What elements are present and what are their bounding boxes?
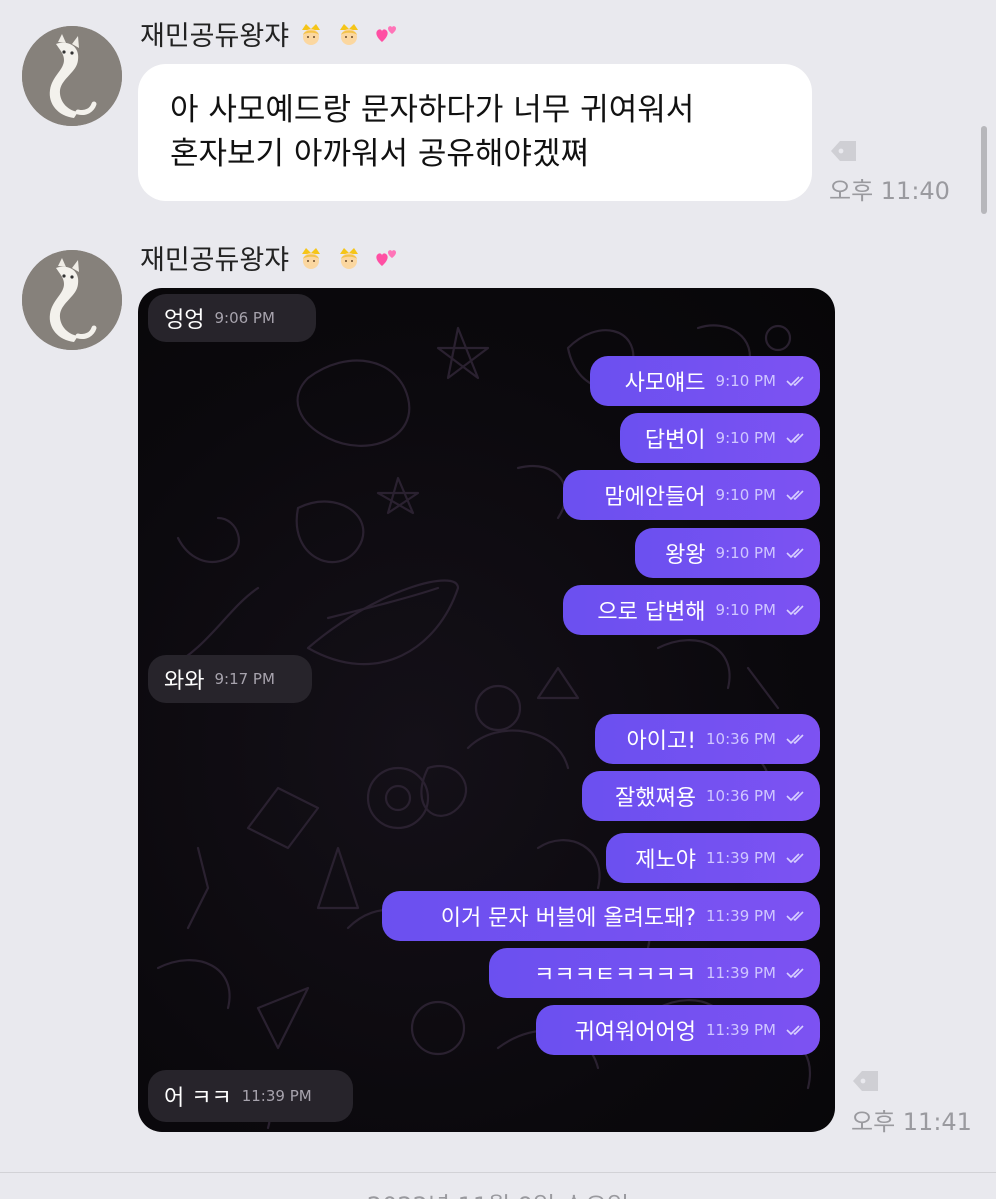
chat-bubble-out: 왕왕 9:10 PM	[635, 528, 820, 578]
chat-bubble-in: 어 ㅋㅋ 11:39 PM	[148, 1070, 353, 1122]
prince-emoji-icon	[302, 23, 321, 45]
cat-photo-icon	[22, 250, 122, 350]
double-check-icon	[786, 548, 804, 559]
tag-icon[interactable]	[851, 1068, 881, 1094]
chat-bubble-time: 11:39 PM	[706, 1021, 776, 1039]
tag-icon[interactable]	[829, 138, 859, 164]
chat-bubble-out: ㅋㅋㅋㅌㅋㅋㅋㅋ 11:39 PM	[489, 948, 820, 998]
chat-bubble-time: 11:39 PM	[706, 907, 776, 925]
chat-bubble-out: 제노야 11:39 PM	[606, 833, 820, 883]
prince-emoji-icon	[340, 247, 359, 269]
double-check-icon	[786, 853, 804, 864]
chat-bubble-in: 와와 9:17 PM	[148, 655, 312, 703]
date-separator: 2022년 11월 9일 수요일	[0, 1186, 996, 1199]
chat-bubble-time: 9:10 PM	[715, 486, 776, 504]
chat-bubble-in: 엉엉 9:06 PM	[148, 294, 316, 342]
message-line-2: 혼자보기 아까워서 공유해야겠쪄	[170, 136, 589, 172]
chat-bubble-time: 11:39 PM	[706, 849, 776, 867]
cat-photo-icon	[22, 26, 122, 126]
two-hearts-icon	[376, 249, 397, 266]
chat-bubble-time: 10:36 PM	[706, 787, 776, 805]
two-hearts-icon	[376, 25, 397, 42]
chat-bubble-time: 9:17 PM	[214, 670, 275, 688]
chat-bubble-text: 아이고!	[626, 729, 697, 754]
message-bubble[interactable]: 아 사모예드랑 문자하다가 너무 귀여워서 혼자보기 아까워서 공유해야겠쪄	[138, 64, 812, 201]
double-check-icon	[786, 791, 804, 802]
chat-bubble-time: 9:10 PM	[715, 429, 776, 447]
avatar[interactable]	[22, 250, 122, 350]
chat-bubble-text: 잘했쪄용	[615, 786, 697, 811]
prince-emoji-icon	[340, 23, 359, 45]
chat-bubble-time: 9:10 PM	[715, 601, 776, 619]
chat-bubble-time: 9:06 PM	[214, 309, 275, 327]
chat-bubble-text: 엉엉	[164, 308, 205, 333]
chat-bubble-text: 맘에안들어	[604, 485, 706, 510]
chat-bubble-out: 잘했쪄용 10:36 PM	[582, 771, 820, 821]
chat-bubble-text: 사모얘드	[624, 371, 706, 396]
message-time: 오후 11:40	[829, 177, 950, 205]
double-check-icon	[786, 490, 804, 501]
prince-emoji-icon	[302, 247, 321, 269]
chat-bubble-time: 9:10 PM	[715, 544, 776, 562]
message-time: 오후 11:41	[851, 1108, 972, 1136]
message-line-1: 아 사모예드랑 문자하다가 너무 귀여워서	[170, 92, 695, 128]
sender-name: 재민공듀왕쟈	[140, 238, 401, 277]
sender-emoji-group	[297, 244, 401, 272]
double-check-icon	[786, 605, 804, 616]
chat-bubble-text: 어 ㅋㅋ	[164, 1086, 232, 1111]
chat-bubble-time: 10:36 PM	[706, 730, 776, 748]
chat-bubble-out: 아이고! 10:36 PM	[595, 714, 820, 764]
chat-bubble-out: 맘에안들어 9:10 PM	[563, 470, 820, 520]
double-check-icon	[786, 968, 804, 979]
sender-name: 재민공듀왕쟈	[140, 14, 401, 53]
chat-bubble-out: 답변이 9:10 PM	[620, 413, 820, 463]
chat-bubble-text: 이거 문자 버블에 올려도돼?	[440, 906, 697, 931]
chat-bubble-text: 귀여워어어엉	[574, 1020, 697, 1045]
sender-emoji-group	[297, 20, 401, 48]
chat-bubble-text: 으로 답변해	[597, 600, 706, 625]
chat-bubble-text: 제노야	[635, 848, 697, 873]
chat-bubble-time: 11:39 PM	[706, 964, 776, 982]
scrollbar[interactable]	[981, 126, 987, 214]
chat-bubble-time: 9:10 PM	[715, 372, 776, 390]
sender-name-text: 재민공듀왕쟈	[140, 245, 290, 276]
chat-bubble-out: 사모얘드 9:10 PM	[590, 356, 820, 406]
chat-bubble-time: 11:39 PM	[241, 1087, 312, 1105]
chat-bubble-out: 귀여워어어엉 11:39 PM	[536, 1005, 820, 1055]
chat-bubble-text: 왕왕	[665, 543, 706, 568]
double-check-icon	[786, 734, 804, 745]
chat-bubble-text: 와와	[164, 669, 205, 694]
chat-bubble-text: ㅋㅋㅋㅌㅋㅋㅋㅋ	[534, 963, 697, 988]
avatar[interactable]	[22, 26, 122, 126]
chat-bubble-out: 으로 답변해 9:10 PM	[563, 585, 820, 635]
double-check-icon	[786, 376, 804, 387]
sender-name-text: 재민공듀왕쟈	[140, 21, 290, 52]
double-check-icon	[786, 911, 804, 922]
shared-chat-screenshot[interactable]: 엉엉 9:06 PM 사모얘드 9:10 PM 답변이 9:10 PM 맘에안들어 9:10 …	[138, 288, 835, 1132]
chat-bubble-out: 이거 문자 버블에 올려도돼? 11:39 PM	[382, 891, 820, 941]
double-check-icon	[786, 433, 804, 444]
double-check-icon	[786, 1025, 804, 1036]
chat-bubble-text: 답변이	[644, 428, 706, 453]
divider	[0, 1172, 996, 1173]
